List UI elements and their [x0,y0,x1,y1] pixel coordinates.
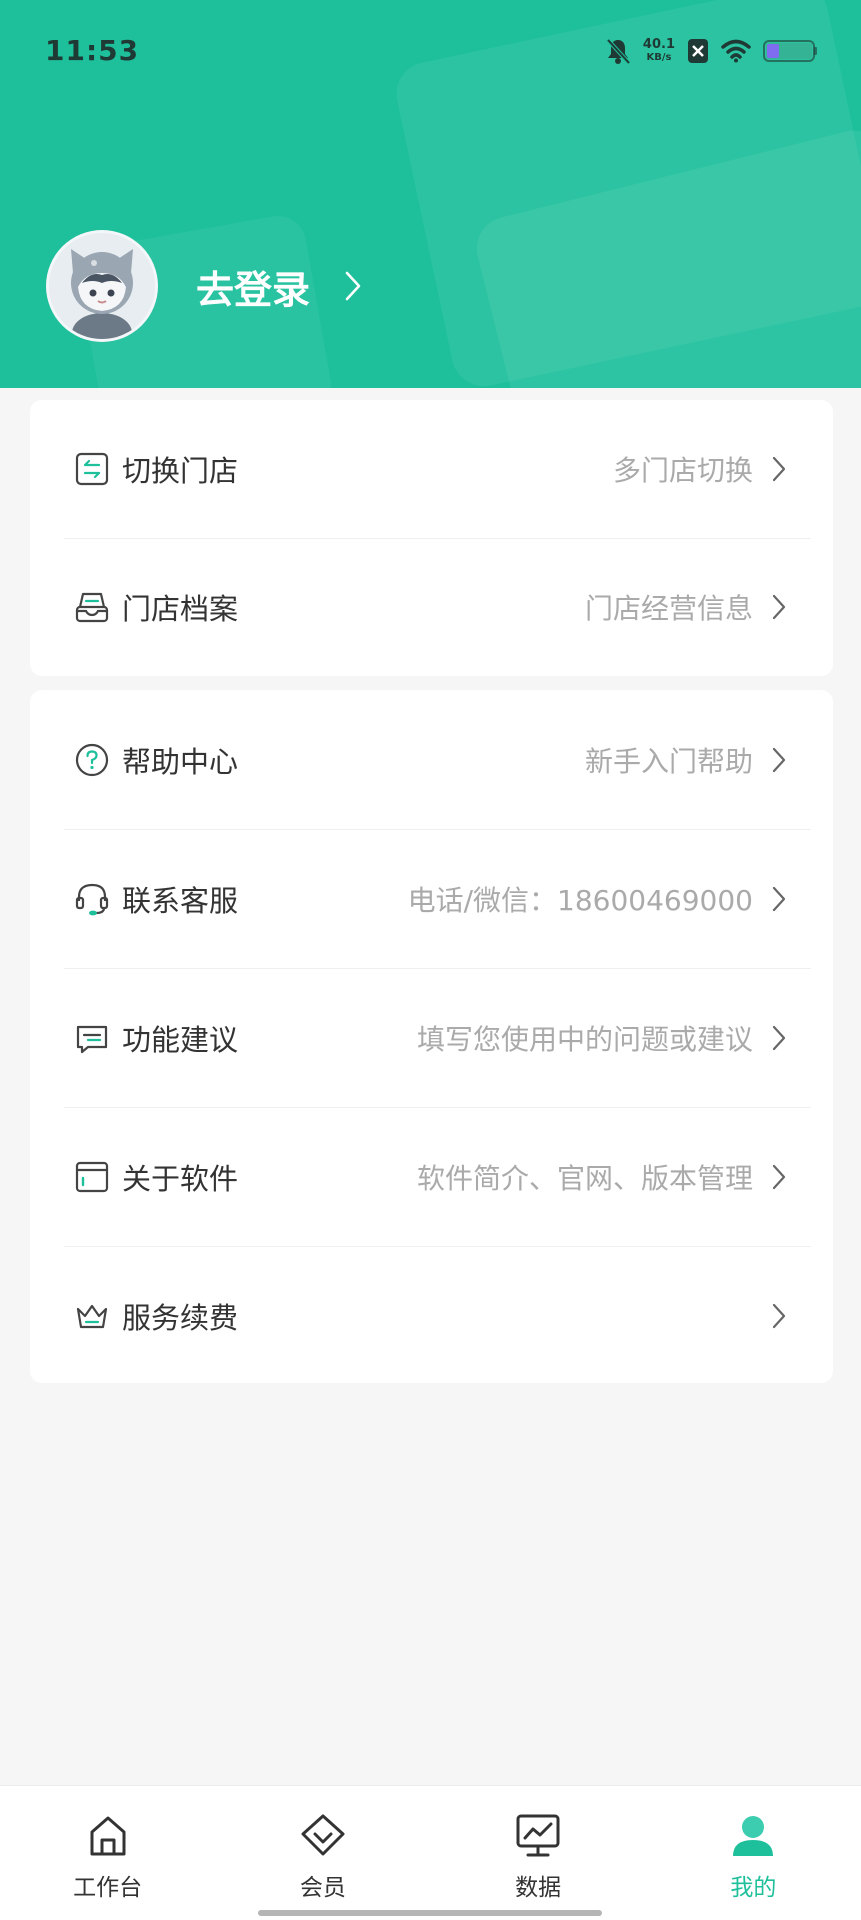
home-indicator[interactable] [258,1910,602,1916]
row-label: 关于软件 [122,1161,239,1196]
support-card: 帮助中心 新手入门帮助 联系客服 电话/微信：18600469000 功能建议 … [30,690,833,1383]
row-subtitle: 电话/微信：18600469000 [407,883,753,917]
tab-label: 数据 [515,1875,562,1901]
store-archive-row[interactable]: 门店档案 门店经营信息 [30,538,833,676]
about-icon [75,1161,109,1192]
row-subtitle: 填写您使用中的问题或建议 [416,1022,753,1056]
store-settings-card: 切换门店 多门店切换 门店档案 门店经营信息 [30,400,833,676]
service-renewal-row[interactable]: 服务续费 [30,1246,833,1385]
help-center-row[interactable]: 帮助中心 新手入门帮助 [30,690,833,829]
bottom-tab-bar: 工作台 会员 数据 我的 [0,1785,861,1920]
switch-store-icon [75,452,109,486]
profile-header: 11:53 40.1 KB/s 去登录 [0,0,861,388]
cat-hood-avatar-icon [49,233,155,339]
row-label: 帮助中心 [122,744,239,779]
sim-off-icon [688,39,708,63]
row-label: 门店档案 [122,592,239,626]
tab-member[interactable]: 会员 [215,1786,430,1920]
row-subtitle: 软件简介、官网、版本管理 [416,1161,753,1195]
help-icon [75,743,109,776]
switch-store-row[interactable]: 切换门店 多门店切换 [30,400,833,538]
my-page: 11:53 40.1 KB/s 去登录 切换门店 多门店切换 门店档案 门店经营… [0,0,861,1920]
chevron-right-icon [772,886,786,911]
store-archive-icon [75,592,109,623]
tab-label: 会员 [299,1875,346,1901]
tab-mine[interactable]: 我的 [646,1786,861,1920]
login-entry[interactable]: 去登录 [46,230,362,342]
chevron-right-icon [772,1164,786,1189]
row-label: 切换门店 [122,454,239,488]
status-icons: 40.1 KB/s [605,34,817,68]
chevron-right-icon [772,594,786,620]
tab-workbench[interactable]: 工作台 [0,1786,215,1920]
chevron-right-icon [772,1303,786,1328]
avatar[interactable] [46,230,158,342]
tab-data[interactable]: 数据 [431,1786,646,1920]
chevron-right-icon [345,271,361,301]
row-label: 联系客服 [122,883,239,918]
row-subtitle: 门店经营信息 [584,592,753,625]
contact-service-row[interactable]: 联系客服 电话/微信：18600469000 [30,829,833,968]
row-label: 服务续费 [122,1300,239,1335]
bell-mute-icon [606,38,631,65]
profile-icon [733,1816,774,1856]
net-speed-value: 40.1 [642,37,675,52]
chevron-right-icon [772,1025,786,1050]
row-subtitle: 多门店切换 [612,454,753,487]
member-icon [301,1814,345,1856]
status-time: 11:53 [45,34,140,67]
login-label[interactable]: 去登录 [196,259,310,314]
tab-label: 工作台 [73,1875,143,1901]
tab-label: 我的 [730,1875,777,1901]
data-icon [516,1814,560,1857]
row-subtitle: 新手入门帮助 [584,744,753,778]
chevron-right-icon [772,747,786,772]
chevron-right-icon [772,456,786,482]
about-software-row[interactable]: 关于软件 软件简介、官网、版本管理 [30,1107,833,1246]
net-speed: 40.1 KB/s [643,38,675,64]
feature-suggestion-row[interactable]: 功能建议 填写您使用中的问题或建议 [30,968,833,1107]
net-speed-unit: KB/s [646,52,672,63]
crown-icon [76,1304,108,1328]
row-label: 功能建议 [122,1022,239,1057]
feedback-icon [76,1025,108,1053]
headset-icon [75,883,109,915]
status-bar: 11:53 40.1 KB/s [0,0,861,100]
workbench-icon [90,1816,126,1856]
wifi-icon [721,39,751,63]
battery-icon [763,40,817,62]
